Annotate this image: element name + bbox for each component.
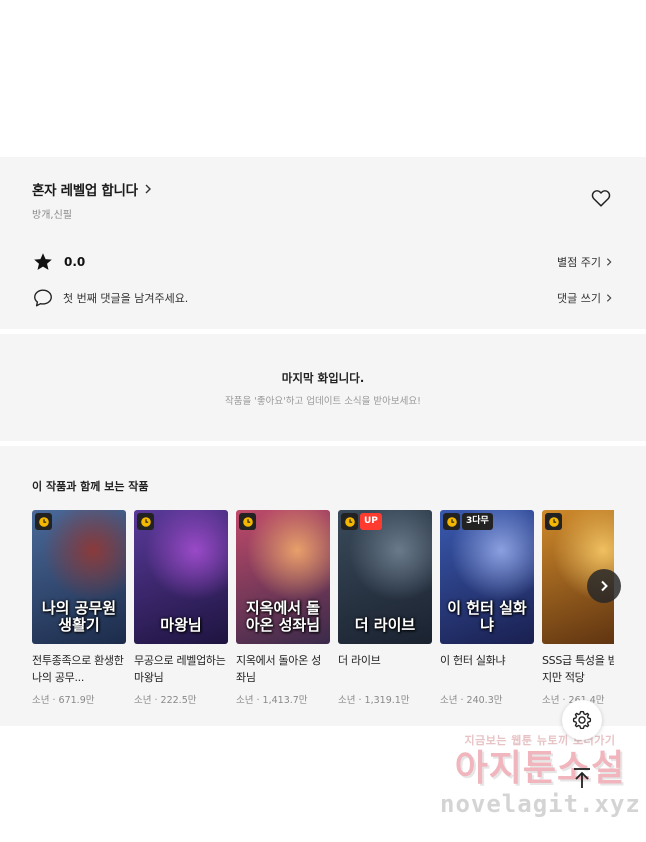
status-badge: UP <box>360 513 382 530</box>
card-views: 1,413.7만 <box>262 695 308 706</box>
cover-thumbnail: 지옥에서 돌아온 성좌님 <box>236 510 330 644</box>
meta-separator: · <box>355 695 365 706</box>
recommendation-card[interactable]: 마왕님무공으로 레벨업하는 마왕님소년 · 222.5만 <box>134 510 228 706</box>
meta-separator: · <box>49 695 59 706</box>
recommendation-card[interactable]: 이 헌터 실화냐 3다무이 헌터 실화냐소년 · 240.3만 <box>440 510 534 706</box>
gear-icon <box>572 710 592 730</box>
series-info-section: 혼자 레벨업 합니다 방개,신필 0.0 별점 주기 첫 번째 댓글을 남겨주세… <box>0 157 646 329</box>
series-title: 혼자 레벨업 합니다 <box>32 183 138 199</box>
card-title: 무공으로 레벨업하는 마왕님 <box>134 654 226 684</box>
meta-separator: · <box>559 695 569 706</box>
settings-button[interactable] <box>562 700 602 740</box>
badge-group: UP <box>341 513 382 530</box>
star-icon <box>34 253 52 270</box>
card-genre: 소년 <box>236 695 254 706</box>
rate-button[interactable]: 별점 주기 <box>557 254 614 270</box>
badge-group <box>239 513 256 530</box>
card-meta: 소년 · 1,319.1만 <box>338 692 432 706</box>
card-title: 지옥에서 돌아온 성좌님 <box>236 654 321 684</box>
card-views: 1,319.1만 <box>364 695 410 706</box>
chevron-right-icon <box>145 184 151 194</box>
cover-thumbnail: 이 헌터 실화냐 3다무 <box>440 510 534 644</box>
card-title: 전투종족으로 환생한 나의 공무... <box>32 654 124 684</box>
card-meta: 소년 · 671.9만 <box>32 692 126 706</box>
clock-icon <box>545 513 562 530</box>
write-comment-label: 댓글 쓰기 <box>557 292 601 305</box>
recommendation-carousel: 나의 공무원 생활기전투종족으로 환생한 나의 공무... 소년 · 671.9만… <box>32 510 614 710</box>
heart-icon[interactable] <box>590 187 612 209</box>
card-views: 222.5만 <box>160 695 197 706</box>
rating-value: 0.0 <box>64 255 86 269</box>
meta-separator: · <box>457 695 467 706</box>
meta-separator: · <box>253 695 263 706</box>
scroll-top-button[interactable] <box>566 762 598 794</box>
card-genre: 소년 <box>134 695 152 706</box>
card-genre: 소년 <box>338 695 356 706</box>
badge-group <box>35 513 52 530</box>
last-episode-notice: 마지막 화입니다. 작품을 '좋아요'하고 업데이트 소식을 받아보세요! <box>0 334 646 441</box>
clock-icon <box>137 513 154 530</box>
card-title: 이 헌터 실화냐 <box>440 654 506 667</box>
top-blank-area <box>0 0 646 157</box>
watermark-line1: 지금보는 웹툰 뉴토끼 보러가기 <box>464 734 616 747</box>
card-genre: 소년 <box>542 695 560 706</box>
clock-icon <box>443 513 460 530</box>
chevron-right-icon <box>601 580 608 592</box>
watermark: 지금보는 웹툰 뉴토끼 보러가기 아지툰소설 novelagit.xyz <box>440 732 640 818</box>
status-badge: 3다무 <box>462 513 493 530</box>
badge-group <box>545 513 562 530</box>
cover-thumbnail: 마왕님 <box>134 510 228 644</box>
card-meta: 소년 · 222.5만 <box>134 692 228 706</box>
last-episode-title: 마지막 화입니다. <box>281 371 365 385</box>
card-meta: 소년 · 240.3만 <box>440 692 534 706</box>
cover-title-text: 더 라이브 <box>354 616 416 634</box>
rating-row: 0.0 별점 주기 <box>32 251 614 273</box>
recommendation-card[interactable]: SSS급 특성을 받았지만 적당소년 · 261.4만 <box>542 510 614 706</box>
cover-title-text: 이 헌터 실화냐 <box>447 599 527 634</box>
cover-title-text: 나의 공무원 생활기 <box>41 599 117 634</box>
carousel-next-button[interactable] <box>587 569 621 603</box>
meta-separator: · <box>151 695 161 706</box>
recommendation-card[interactable]: 지옥에서 돌아온 성좌님 지옥에서 돌아온 성좌님 소년 · 1,413.7만 <box>236 510 330 706</box>
comment-prompt: 첫 번째 댓글을 남겨주세요. <box>63 292 189 305</box>
cover-title-text: 지옥에서 돌아온 성좌님 <box>245 599 321 634</box>
badge-group <box>137 513 154 530</box>
card-meta: 소년 · 1,413.7만 <box>236 692 330 706</box>
watermark-line2: 아지툰소설 <box>454 748 626 789</box>
series-title-link[interactable]: 혼자 레벨업 합니다 <box>32 179 154 199</box>
card-genre: 소년 <box>440 695 458 706</box>
chevron-right-icon <box>606 258 612 266</box>
cover-thumbnail: 더 라이브 UP <box>338 510 432 644</box>
rate-button-label: 별점 주기 <box>557 256 601 269</box>
arrow-up-icon <box>574 768 590 788</box>
write-comment-button[interactable]: 댓글 쓰기 <box>557 290 614 306</box>
badge-group: 3다무 <box>443 513 493 530</box>
cover-thumbnail: 나의 공무원 생활기 <box>32 510 126 644</box>
clock-icon <box>341 513 358 530</box>
cover-title-text: 마왕님 <box>160 616 202 634</box>
chevron-right-icon <box>606 294 612 302</box>
clock-icon <box>239 513 256 530</box>
card-views: 240.3만 <box>466 695 503 706</box>
watermark-line3: novelagit.xyz <box>440 790 641 818</box>
recommendations-section: 이 작품과 함께 보는 작품 나의 공무원 생활기전투종족으로 환생한 나의 공… <box>0 446 646 726</box>
card-title: SSS급 특성을 받았지만 적당 <box>542 654 614 684</box>
card-title: 더 라이브 <box>338 654 381 667</box>
card-views: 671.9만 <box>58 695 95 706</box>
recommendation-card[interactable]: 더 라이브 UP 더 라이브소년 · 1,319.1만 <box>338 510 432 706</box>
recommendations-heading: 이 작품과 함께 보는 작품 <box>32 480 149 493</box>
comment-row: 첫 번째 댓글을 남겨주세요. 댓글 쓰기 <box>32 287 614 309</box>
speech-bubble-icon <box>34 289 52 307</box>
card-genre: 소년 <box>32 695 50 706</box>
recommendation-card[interactable]: 나의 공무원 생활기전투종족으로 환생한 나의 공무... 소년 · 671.9만 <box>32 510 126 706</box>
series-authors: 방개,신필 <box>32 210 72 221</box>
last-episode-subtitle: 작품을 '좋아요'하고 업데이트 소식을 받아보세요! <box>225 396 421 407</box>
clock-icon <box>35 513 52 530</box>
